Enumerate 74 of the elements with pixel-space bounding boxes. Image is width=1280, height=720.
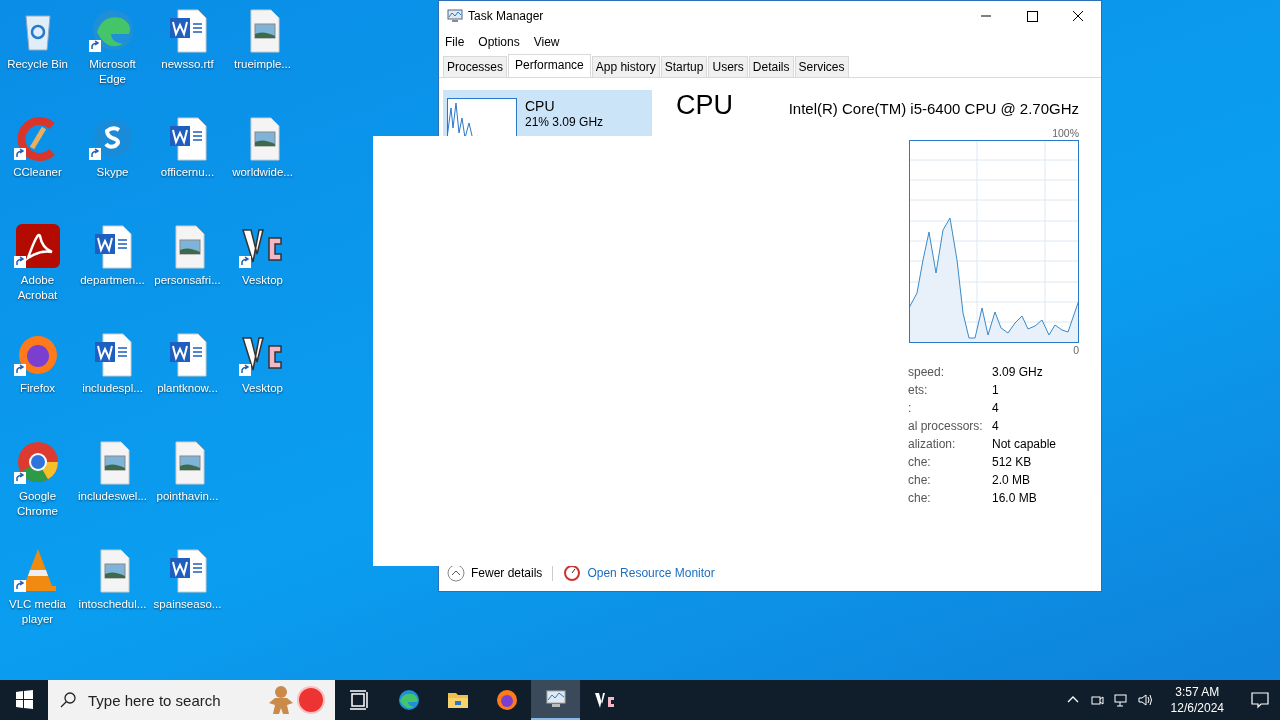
stat-label: che: (908, 490, 932, 506)
stat-value: Not capable (992, 436, 1058, 452)
fewer-details-link[interactable]: Fewer details (471, 566, 543, 580)
stat-value: 16.0 MB (992, 490, 1038, 506)
icon-label[interactable]: Adobe Acrobat (0, 273, 75, 303)
monitor-icon (447, 9, 463, 23)
menu-item[interactable]: View (533, 35, 560, 49)
icon-label[interactable]: personsafri... (154, 273, 221, 288)
processor-name: Intel(R) Core(TM) i5-6400 CPU @ 2.70GHz (788, 100, 1079, 117)
stat-label: che: (908, 472, 932, 488)
stat-value: 512 KB (992, 454, 1033, 470)
stat-label: : (908, 400, 913, 416)
heading: CPU (676, 90, 733, 121)
icon-label[interactable]: intoschedul... (78, 597, 147, 612)
icon-label[interactable]: pointhavin... (156, 489, 219, 504)
icon-label[interactable]: Google Chrome (0, 489, 75, 519)
stat-label: speed: (908, 364, 946, 380)
icon-label[interactable]: officernu... (160, 165, 215, 180)
icon-label[interactable]: Vesktop (242, 381, 283, 396)
gauge-icon (563, 564, 582, 582)
stat-label: alization: (908, 436, 957, 452)
stat-value: 1 (992, 382, 1000, 398)
window-title: Task Manager (468, 9, 544, 23)
search-icon (60, 692, 76, 708)
tab[interactable]: Details (748, 56, 794, 77)
search-input[interactable]: Type here to search (86, 690, 260, 710)
resource-monitor-link[interactable]: Open Resource Monitor (587, 566, 715, 580)
sidebar-item[interactable]: CPU 21% 3.09 GHz (443, 90, 651, 138)
stat-value: 3.09 GHz (992, 364, 1044, 380)
icon-label[interactable]: Vesktop (242, 273, 283, 288)
tab[interactable]: Users (708, 56, 748, 77)
chevron-up-icon[interactable] (447, 564, 465, 582)
tab[interactable]: Processes (443, 56, 508, 77)
sidebar-detail: 21% 3.09 GHz (525, 115, 604, 129)
clock-date[interactable]: 12/6/2024 (1170, 700, 1224, 716)
clock-time[interactable]: 3:57 AM (1175, 684, 1220, 700)
icon-label[interactable]: trueimple... (234, 57, 291, 72)
gingerbread-drawing (267, 685, 327, 715)
app-icon[interactable] (13, 222, 62, 270)
stat-value: 2.0 MB (992, 472, 1031, 488)
tab[interactable]: Performance (508, 54, 591, 77)
icon-label[interactable]: departmen... (80, 273, 145, 288)
icon-label[interactable]: VLC media player (0, 597, 75, 627)
icon-label[interactable]: Skype (96, 165, 129, 180)
icon-label[interactable]: CCleaner (13, 165, 62, 180)
axis-label: 0 (1073, 344, 1079, 356)
icon-label[interactable]: includeswel... (77, 489, 147, 504)
icon-label[interactable]: Recycle Bin (7, 57, 68, 72)
icon-label[interactable]: Microsoft Edge (75, 57, 150, 87)
tab[interactable]: Startup (660, 56, 708, 77)
tab[interactable]: App history (591, 56, 660, 77)
stat-label: che: (908, 454, 932, 470)
network-icon[interactable] (1112, 692, 1129, 708)
axis-label: 100% (1052, 127, 1079, 139)
speaker-icon[interactable] (1136, 692, 1153, 708)
icon-label[interactable]: plantknow... (157, 381, 218, 396)
icon-label[interactable]: spainseaso... (153, 597, 222, 612)
sidebar-title: CPU (525, 98, 556, 114)
icon-label[interactable]: worldwide... (232, 165, 293, 180)
stat-value: 4 (992, 400, 1000, 416)
icon-label[interactable]: newsso.rtf (161, 57, 214, 72)
app-icon (396, 688, 421, 712)
menu-item[interactable]: File (445, 35, 465, 49)
menu-item[interactable]: Options (478, 35, 520, 49)
taskbar-app[interactable] (531, 680, 580, 720)
app-icon (494, 688, 519, 712)
stat-label: al processors: (908, 418, 984, 434)
stat-value: 4 (992, 418, 1000, 434)
icon-label[interactable]: Firefox (19, 381, 56, 396)
icon-label[interactable]: includespl... (82, 381, 143, 396)
tab[interactable]: Services (794, 56, 849, 77)
notification-icon[interactable] (1250, 690, 1270, 710)
stat-label: ets: (908, 382, 929, 398)
search-box[interactable]: Type here to search (48, 680, 335, 720)
